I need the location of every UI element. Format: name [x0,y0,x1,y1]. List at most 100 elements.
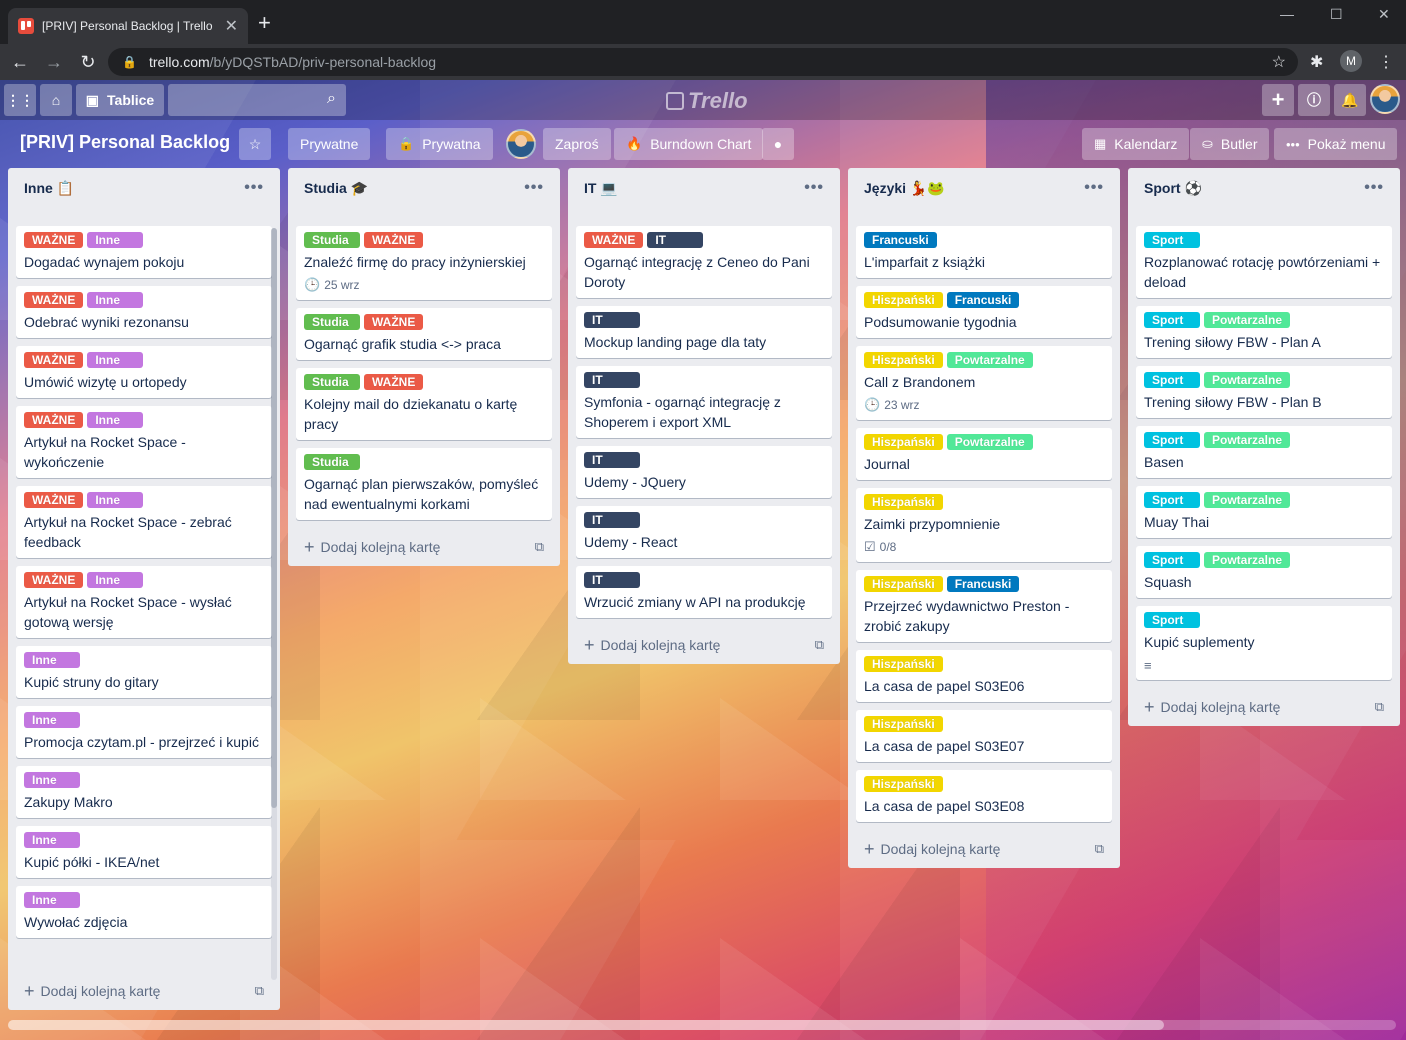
search-input[interactable]: ⌕ [168,84,346,116]
card[interactable]: Sport Powtarzalne Basen [1136,426,1392,478]
card-label[interactable]: Studia [304,232,360,248]
due-date-badge[interactable]: 25 wrz [324,278,359,292]
card-label[interactable]: Powtarzalne [1204,312,1291,328]
card-label[interactable]: Francuski [946,292,1020,308]
powerup-globe-icon[interactable]: ● [762,128,794,160]
butler-button[interactable]: ⛀ Butler [1190,128,1270,160]
show-menu-button[interactable]: ••• Pokaż menu [1274,128,1398,160]
reload-icon[interactable]: ↻ [74,52,102,73]
card-label[interactable]: WAŻNE [24,412,84,428]
card[interactable]: Sport Powtarzalne Squash [1136,546,1392,598]
board-horizontal-scrollbar[interactable] [8,1020,1396,1030]
card[interactable]: Inne Kupić struny do gitary [16,646,272,698]
boards-button[interactable]: ▣ Tablice [76,84,164,116]
star-board-icon[interactable]: ☆ [239,128,271,160]
card[interactable]: WAŻNE Inne Dogadać wynajem pokoju [16,226,272,278]
card-label[interactable]: IT [647,232,704,248]
card-label[interactable]: Inne [24,832,80,848]
card[interactable]: Sport Kupić suplementy ≡ [1136,606,1392,680]
card-label[interactable]: Hiszpański [864,576,943,592]
add-card-button[interactable]: + Dodaj kolejną kartę ⧉ [848,830,1120,868]
card-label[interactable]: Inne [87,412,144,428]
card[interactable]: Hiszpański Francuski Przejrzeć wydawnictwo… [856,570,1112,642]
card-label[interactable]: Hiszpański [864,352,943,368]
list-title[interactable]: Języki 💃🐸 [864,180,1084,197]
list-header[interactable]: Sport ⚽ ••• [1128,168,1400,208]
list-header[interactable]: Studia 🎓 ••• [288,168,560,208]
card[interactable]: Hiszpański Francuski Podsumowanie tygodnia [856,286,1112,338]
card-label[interactable]: Powtarzalne [1204,372,1291,388]
tab-close-icon[interactable]: ✕ [225,16,238,36]
card-label[interactable]: Hiszpański [864,292,943,308]
apps-grid-icon[interactable]: ⋮⋮ [4,84,36,116]
card-label[interactable]: Francuski [864,232,937,248]
card[interactable]: Hiszpański Zaimki przypomnienie ☑ 0/8 [856,488,1112,562]
card[interactable]: Inne Kupić półki - IKEA/net [16,826,272,878]
forward-arrow-icon[interactable]: → [40,52,68,73]
card-template-icon[interactable]: ⧉ [1095,841,1104,857]
add-card-button[interactable]: + Dodaj kolejną kartę ⧉ [568,626,840,664]
member-avatar[interactable] [506,129,536,159]
card[interactable]: Studia Ogarnąć plan pierwszaków, pomyśleć… [296,448,552,520]
card-label[interactable]: Hiszpański [864,776,943,792]
chrome-menu-icon[interactable]: ⋮ [1378,52,1394,72]
card-label[interactable]: Inne [87,232,144,248]
card-template-icon[interactable]: ⧉ [535,539,544,555]
card-label[interactable]: WAŻNE [24,292,84,308]
card-label[interactable]: Sport [1144,612,1200,628]
card-label[interactable]: WAŻNE [364,232,424,248]
card-label[interactable]: WAŻNE [24,572,84,588]
card-label[interactable]: IT [584,372,640,388]
calendar-button[interactable]: ▦ Kalendarz [1082,128,1190,160]
maximize-icon[interactable]: ☐ [1330,6,1343,23]
user-avatar[interactable] [1370,84,1400,114]
list-menu-dots-icon[interactable]: ••• [804,179,824,197]
card-label[interactable]: Powtarzalne [1204,552,1291,568]
card[interactable]: WAŻNE Inne Artykuł na Rocket Space - zebra… [16,486,272,558]
card-label[interactable]: Inne [87,352,144,368]
minimize-icon[interactable]: — [1280,6,1294,22]
card[interactable]: Studia WAŻNE Ogarnąć grafik studia <-> pra… [296,308,552,360]
card-label[interactable]: Inne [24,712,80,728]
list-menu-dots-icon[interactable]: ••• [524,179,544,197]
burndown-chart-button[interactable]: 🔥 Burndown Chart [614,128,764,160]
card-label[interactable]: Sport [1144,312,1200,328]
card-label[interactable]: Hiszpański [864,434,943,450]
card-template-icon[interactable]: ⧉ [255,983,264,999]
card-label[interactable]: WAŻNE [24,232,84,248]
due-date-badge[interactable]: 23 wrz [884,398,919,412]
list-header[interactable]: IT 💻 ••• [568,168,840,208]
card-label[interactable]: WAŻNE [24,492,84,508]
new-tab-plus-icon[interactable]: + [258,12,271,34]
card[interactable]: Francuski L'imparfait z książki [856,226,1112,278]
list-title[interactable]: Inne 📋 [24,180,244,197]
card[interactable]: IT Symfonia - ogarnąć integrację z Shoper… [576,366,832,438]
add-card-button[interactable]: + Dodaj kolejną kartę ⧉ [288,528,560,566]
card-label[interactable]: WAŻNE [364,374,424,390]
card[interactable]: Sport Powtarzalne Trening siłowy FBW - Pla… [1136,306,1392,358]
bookmark-star-icon[interactable]: ☆ [1272,52,1286,72]
card-label[interactable]: Hiszpański [864,656,943,672]
card-label[interactable]: Studia [304,314,360,330]
card-label[interactable]: Inne [24,892,80,908]
card-label[interactable]: Sport [1144,432,1200,448]
card[interactable]: Hiszpański Powtarzalne Call z Brandonem 🕒 23… [856,346,1112,420]
card-label[interactable]: IT [584,312,640,328]
card[interactable]: Sport Powtarzalne Muay Thai [1136,486,1392,538]
card[interactable]: WAŻNE IT Ogarnąć integrację z Ceneo do Pan… [576,226,832,298]
card-label[interactable]: IT [584,452,640,468]
list-menu-dots-icon[interactable]: ••• [1364,179,1384,197]
card[interactable]: Hiszpański La casa de papel S03E06 [856,650,1112,702]
list-menu-dots-icon[interactable]: ••• [1084,179,1104,197]
card[interactable]: WAŻNE Inne Odebrać wyniki rezonansu [16,286,272,338]
card-template-icon[interactable]: ⧉ [815,637,824,653]
card-label[interactable]: Hiszpański [864,494,943,510]
card-label[interactable]: Sport [1144,492,1200,508]
card-label[interactable]: Inne [24,772,80,788]
card[interactable]: Sport Powtarzalne Trening siłowy FBW - Pla… [1136,366,1392,418]
board-title[interactable]: [PRIV] Personal Backlog [20,132,230,153]
card-label[interactable]: Powtarzalne [1204,492,1291,508]
card[interactable]: Sport Rozplanować rotację powtórzeniami +… [1136,226,1392,298]
list-header[interactable]: Języki 💃🐸 ••• [848,168,1120,208]
list-header[interactable]: Inne 📋 ••• [8,168,280,208]
